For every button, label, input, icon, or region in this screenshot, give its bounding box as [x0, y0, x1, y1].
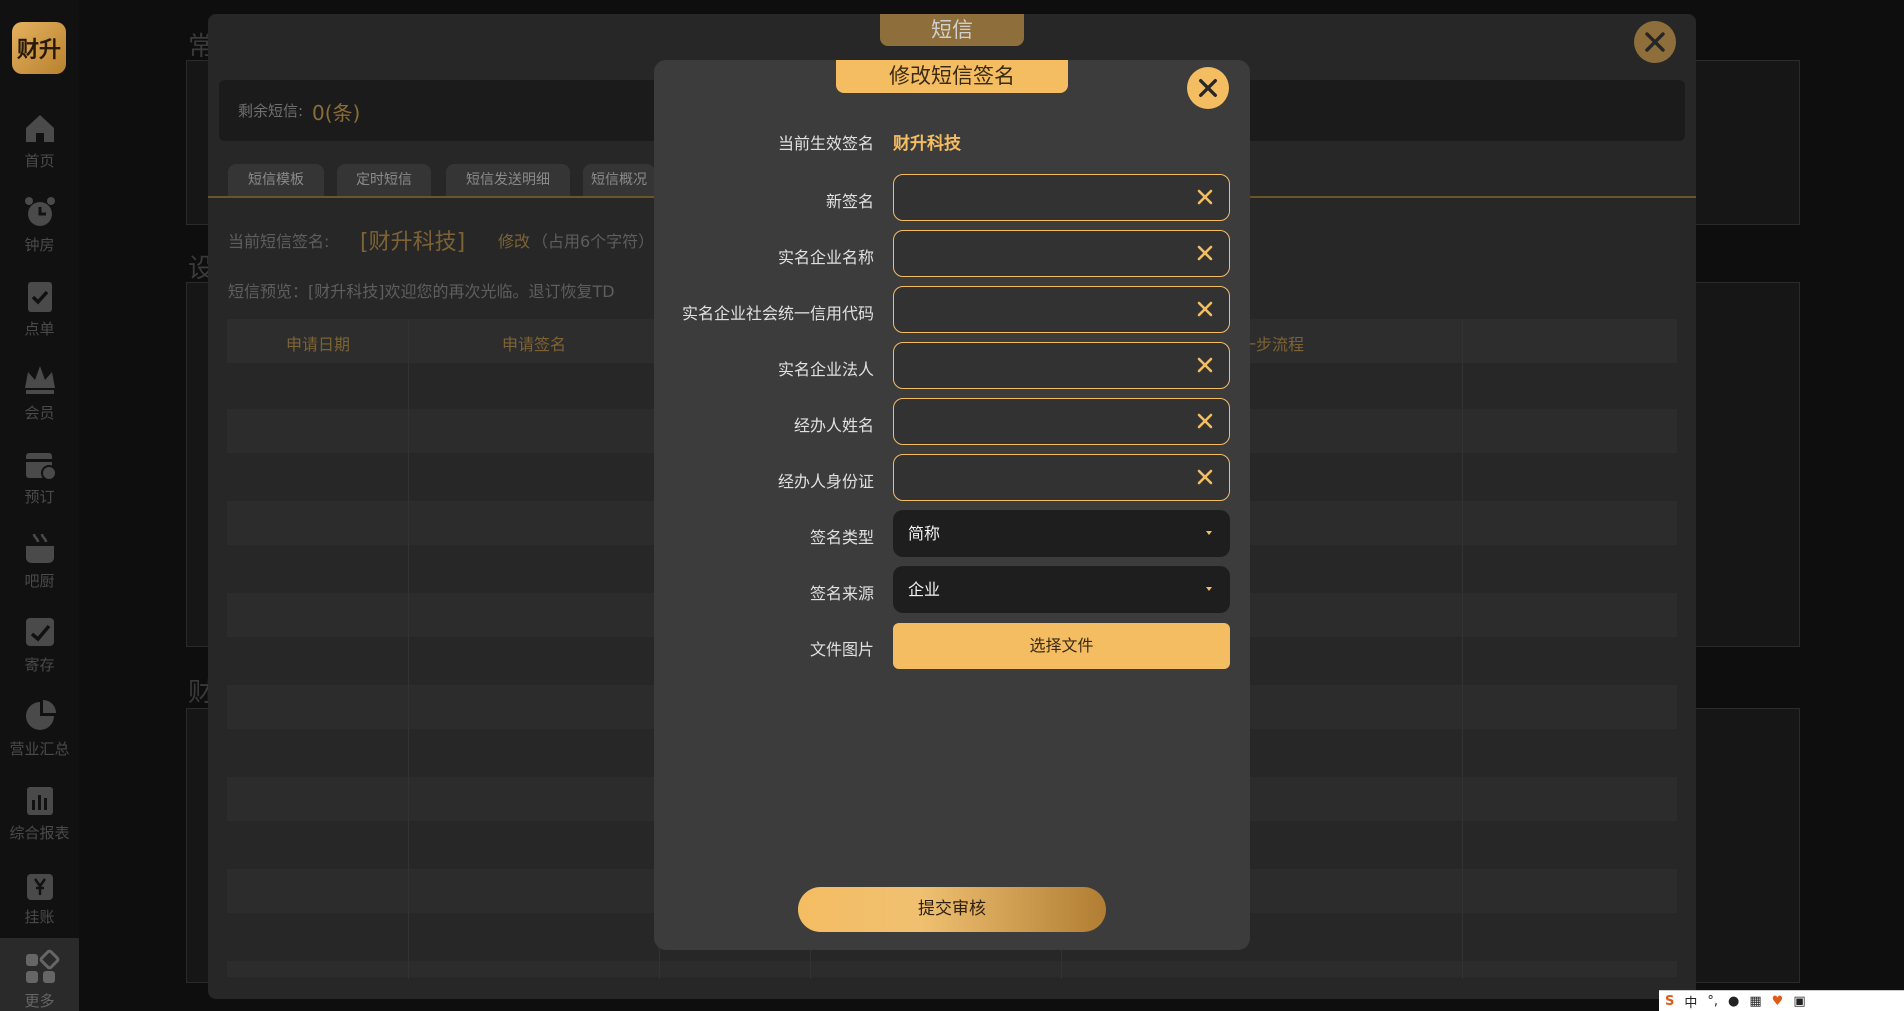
bar-report-icon: [26, 787, 53, 815]
keyboard-icon[interactable]: ▦: [1749, 994, 1761, 1009]
home-icon: [25, 115, 54, 142]
toolbox-icon[interactable]: ▣: [1793, 994, 1805, 1009]
tab-sms-send-detail[interactable]: 短信发送明细: [446, 164, 570, 196]
app-logo: 财升: [12, 22, 66, 74]
sidebar-item-label: 更多: [24, 992, 55, 1010]
sms-modal-title: 短信: [880, 14, 1024, 46]
edit-modal-close-button[interactable]: [1187, 67, 1229, 109]
pie-chart-icon: [25, 700, 56, 730]
calendar-clock-icon: [25, 453, 57, 481]
chevron-down-icon: [1206, 531, 1212, 535]
sign-source-value: 企业: [908, 580, 941, 599]
sign-type-value: 简称: [908, 524, 941, 543]
sidebar-item-5[interactable]: 吧厨: [0, 518, 79, 602]
current-effective-sign-value: 财升科技: [893, 134, 961, 154]
sidebar-item-label: 寄存: [24, 656, 55, 674]
clear-icon[interactable]: [1193, 185, 1217, 209]
sidebar-item-label: 首页: [24, 152, 55, 170]
sidebar-item-label: 综合报表: [9, 824, 70, 842]
chars-note: （占用6个字符）: [532, 232, 655, 251]
edit-modal-title: 修改短信签名: [836, 60, 1068, 93]
current-sign-label: 当前短信签名:: [228, 232, 330, 251]
skin-icon[interactable]: ♥: [1772, 994, 1784, 1009]
sign-type-label: 签名类型: [809, 528, 874, 547]
current-effective-sign-label: 当前生效签名: [777, 134, 874, 153]
yen-bag-icon: [26, 874, 53, 900]
pot-icon: [25, 533, 54, 563]
submit-review-button[interactable]: 提交审核: [798, 887, 1106, 932]
table-divider: [408, 319, 409, 979]
sidebar-item-10[interactable]: 更多: [0, 938, 79, 1011]
storage-check-icon: [25, 618, 54, 646]
sign-source-select[interactable]: 企业: [893, 566, 1230, 613]
sidebar-item-2[interactable]: 点单: [0, 266, 79, 350]
handler-id-card-label: 经办人身份证: [777, 472, 874, 491]
sidebar-item-label: 钟房: [24, 236, 55, 254]
table-divider: [1462, 319, 1463, 979]
sidebar-item-4[interactable]: 预订: [0, 434, 79, 518]
tab-scheduled-sms[interactable]: 定时短信: [337, 164, 431, 196]
sidebar-item-0[interactable]: 首页: [0, 98, 79, 182]
clipboard-check-icon: [27, 282, 52, 312]
sidebar-item-label: 营业汇总: [9, 740, 70, 758]
clear-icon[interactable]: [1193, 353, 1217, 377]
modify-sign-link[interactable]: 修改: [498, 228, 530, 252]
sign-type-select[interactable]: 简称: [893, 510, 1230, 557]
sidebar-item-7[interactable]: 营业汇总: [0, 686, 79, 770]
close-icon: [1645, 32, 1665, 52]
credit-code-input[interactable]: [893, 286, 1230, 333]
handler-id-card-input[interactable]: [893, 454, 1230, 501]
tab-sms-template[interactable]: 短信模板: [228, 164, 324, 196]
sidebar-item-9[interactable]: 挂账: [0, 854, 79, 938]
sidebar-item-8[interactable]: 综合报表: [0, 770, 79, 854]
clear-icon[interactable]: [1193, 241, 1217, 265]
clear-icon[interactable]: [1193, 297, 1217, 321]
clear-icon[interactable]: [1193, 465, 1217, 489]
punctuation-icon[interactable]: °,: [1707, 994, 1718, 1009]
sidebar-item-label: 预订: [24, 488, 55, 506]
sidebar-item-label: 会员: [24, 404, 55, 422]
handler-name-label: 经办人姓名: [793, 416, 874, 435]
company-name-input[interactable]: [893, 230, 1230, 277]
handler-name-input[interactable]: [893, 398, 1230, 445]
col-apply-date: 申请日期: [286, 335, 351, 354]
sms-preview: 短信预览：[财升科技]欢迎您的再次光临。退订恢复TD: [228, 282, 615, 301]
current-sign-value: [财升科技]: [360, 230, 466, 255]
sidebar-item-label: 挂账: [24, 908, 55, 926]
sogou-ime-icon[interactable]: S: [1665, 994, 1674, 1009]
col-apply-sign: 申请签名: [502, 335, 567, 354]
crown-icon: [24, 366, 55, 394]
sidebar-item-1[interactable]: 钟房: [0, 182, 79, 266]
close-icon: [1199, 79, 1217, 97]
microphone-icon[interactable]: ●: [1728, 994, 1739, 1009]
sign-source-label: 签名来源: [809, 584, 874, 603]
system-tray: S 中 °, ● ▦ ♥ ▣: [1659, 990, 1904, 1011]
sidebar-item-label: 点单: [24, 320, 55, 338]
legal-person-label: 实名企业法人: [777, 360, 874, 379]
sidebar-item-6[interactable]: 寄存: [0, 602, 79, 686]
alarm-clock-icon: [24, 197, 55, 226]
remaining-value: 0(条): [312, 101, 361, 125]
sidebar-item-label: 吧厨: [24, 572, 55, 590]
table-row: [227, 961, 1677, 977]
sms-modal-close-button[interactable]: [1634, 21, 1676, 63]
sidebar-item-3[interactable]: 会员: [0, 350, 79, 434]
new-sign-label: 新签名: [825, 192, 874, 211]
chevron-down-icon: [1206, 587, 1212, 591]
company-name-label: 实名企业名称: [777, 248, 874, 267]
file-image-label: 文件图片: [809, 640, 874, 659]
ime-mode[interactable]: 中: [1684, 992, 1697, 1011]
legal-person-input[interactable]: [893, 342, 1230, 389]
grid-more-icon: [25, 949, 59, 983]
clear-icon[interactable]: [1193, 409, 1217, 433]
new-sign-input[interactable]: [893, 174, 1230, 221]
remaining-label: 剩余短信:: [238, 102, 304, 120]
choose-file-button[interactable]: 选择文件: [893, 623, 1230, 669]
credit-code-label: 实名企业社会统一信用代码: [681, 304, 874, 323]
